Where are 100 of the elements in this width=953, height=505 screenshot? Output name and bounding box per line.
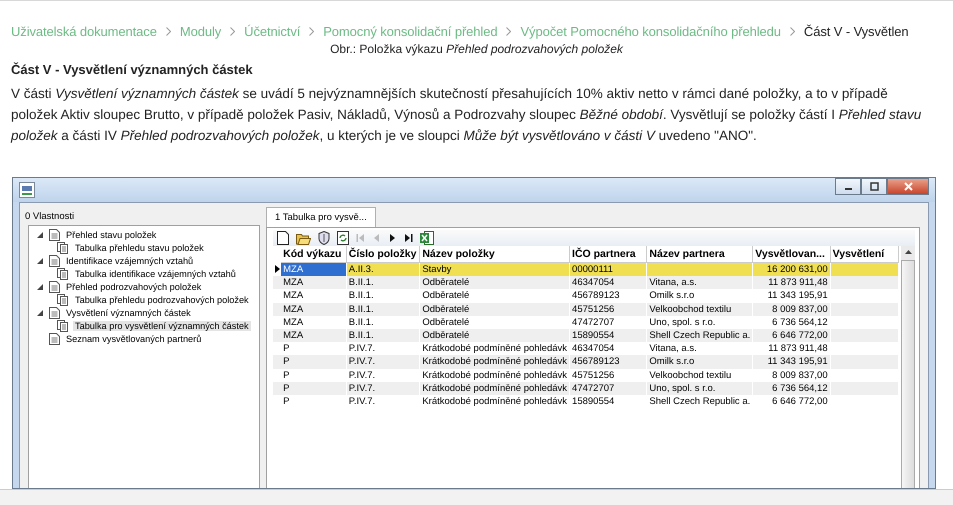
table-cell: 46347054 [572,343,614,354]
tree-item[interactable]: Tabulka pro vysvětlení významných částek [73,320,251,330]
table-cell: B.II.1. [348,290,374,302]
refresh-icon[interactable] [337,231,349,245]
table-cell: 6 646 772,00 [772,396,828,407]
column-header[interactable]: Kód výkazu [281,246,346,262]
chevron-icon [506,26,512,36]
table-cell: Stavby [422,264,452,276]
table-cell: 11 873 911,48 [768,277,828,288]
table-cell: Odběratelé [422,330,470,342]
tree-item[interactable]: Přehled podrozvahových položek [64,282,204,292]
scroll-up-icon[interactable] [904,250,912,254]
table-cell: Shell Czech Republic a. [649,330,750,342]
table-cell: MZA [283,330,304,342]
documents-icon [57,294,69,306]
documents-icon [57,320,69,332]
skip-arrow-icon[interactable] [404,234,413,242]
row-pointer-icon [275,265,280,274]
table-cell: 6 736 564,12 [772,382,828,394]
expanded-triangle-icon[interactable] [37,232,43,238]
table-cell: 456789123 [572,356,620,368]
column-header[interactable]: Název partnera [646,246,753,262]
tree-item[interactable]: Tabulka přehledu podrozvahových položek [73,294,251,304]
table-cell: Krátkodobé podmíněné pohledávk [422,370,568,381]
table-cell: 15890554 [572,396,614,407]
table-cell: Velkoobchod textilu [649,304,732,315]
table-cell: 45751256 [572,370,614,381]
section-heading: Část V - Vysvětlení významných částek [11,62,254,77]
table-cell: 45751256 [572,304,614,315]
tab[interactable]: 1 Tabulka pro vysvě... [266,207,376,227]
table-cell: 46347054 [572,277,614,288]
table-cell: P [283,343,290,354]
tree-item[interactable]: Identifikace vzájemných vztahů [64,256,196,266]
table-cell: Velkoobchod textilu [649,370,732,381]
chevron-icon [790,26,795,36]
document-icon [49,280,60,292]
expanded-triangle-icon[interactable] [37,258,43,264]
document-icon [49,332,60,344]
table-cell: Odběratelé [422,290,470,302]
minimize-button[interactable] [835,178,861,195]
tree-item[interactable]: Přehled stavu položek [64,230,158,240]
table-cell: 47472707 [572,382,614,394]
tree-item[interactable]: Seznam vysvětlovaných partnerů [64,334,204,344]
table-cell: Krátkodobé podmíněné pohledávk [422,396,568,407]
close-button[interactable] [887,178,929,195]
maximize-button[interactable] [861,178,887,195]
expanded-triangle-icon[interactable] [37,284,43,290]
open-folder-icon[interactable] [296,232,311,244]
new-document-icon[interactable] [277,231,289,245]
shield-icon[interactable] [318,231,330,245]
table-cell: 11 873 911,48 [768,343,828,354]
tree-item[interactable]: Vysvětlení významných částek [64,308,193,318]
table-cell: P.IV.7. [348,396,376,407]
table-cell: Vitana, a.s. [649,343,697,354]
table-cell: 11 343 195,91 [768,356,828,368]
table-cell: Odběratelé [422,304,470,315]
document-icon [49,228,60,240]
app-icon [19,182,35,198]
table-cell: P [283,370,290,381]
table-cell: 16 200 631,00 [766,264,828,276]
chevron-icon [230,26,236,36]
table-cell: 47472707 [572,316,614,328]
document-icon [49,254,60,266]
figure-caption: Obr.: Položka výkazu Přehled podrozvahových položek [329,42,624,56]
table-cell: P.IV.7. [348,356,376,368]
paragraph: V části Vysvětlení významných částek se uvádí 5 nejvýznamnějších skutečností přesahujících 10% aktiv netto v rámci dané položky, a to v případě položek Aktiv sloupec Brutto, v případě položek Pasiv, Nákladů, Výnosů a Podrozvahy sloupec Běžné období. Vysvětlují se položky částí I Přehled stavu položek a části IV Přehled podrozvahových položek, u kterých je ve sloupci Může být vysvětlováno v části V uvedeno "ANO". [11,85,922,145]
spreadsheet-icon[interactable] [420,231,434,245]
table-cell: B.II.1. [348,277,374,288]
table-cell: Krátkodobé podmíněné pohledávk [422,356,568,368]
table-cell: Omilk s.r.o [649,356,694,368]
column-header[interactable]: IČO partnera [570,246,647,262]
close-icon[interactable] [904,182,912,191]
maximize-icon[interactable] [870,182,878,191]
table-cell: P [283,396,290,407]
documents-icon [57,242,69,254]
column-header[interactable]: Název položky [420,246,570,262]
table-cell: Omilk s.r.o [649,290,694,302]
table-cell: Vitana, a.s. [649,277,697,288]
table-cell: Krátkodobé podmíněné pohledávk [422,343,568,354]
table-cell: B.II.1. [348,304,374,315]
expanded-triangle-icon[interactable] [37,310,43,316]
table-cell: 11 343 195,91 [768,290,828,302]
column-header[interactable]: Vysvětlovan... [752,246,830,262]
table-cell: B.II.1. [348,316,374,328]
table-cell: 00000111 [572,264,613,276]
current-page-label: Část V - Vysvětlen [804,24,909,38]
table-cell: 15890554 [572,330,614,342]
play-arrow-icon[interactable] [388,234,397,242]
table-cell: 8 009 837,00 [772,304,828,315]
table-cell: MZA [283,304,304,315]
chevron-icon [166,26,171,36]
table-cell: MZA [281,263,346,276]
table-cell: Uno, spol. s r.o. [649,382,716,394]
chevron-icon [309,26,314,36]
table-cell: MZA [283,316,304,328]
tree-item[interactable]: Tabulka přehledu stavu položek [73,242,206,252]
table-cell: Odběratelé [422,277,470,288]
column-header[interactable]: Vysvětlení [830,246,898,262]
tree-item[interactable]: Tabulka identifikace vzájemných vztahů [73,268,238,278]
column-header[interactable]: Číslo položky [346,246,420,262]
